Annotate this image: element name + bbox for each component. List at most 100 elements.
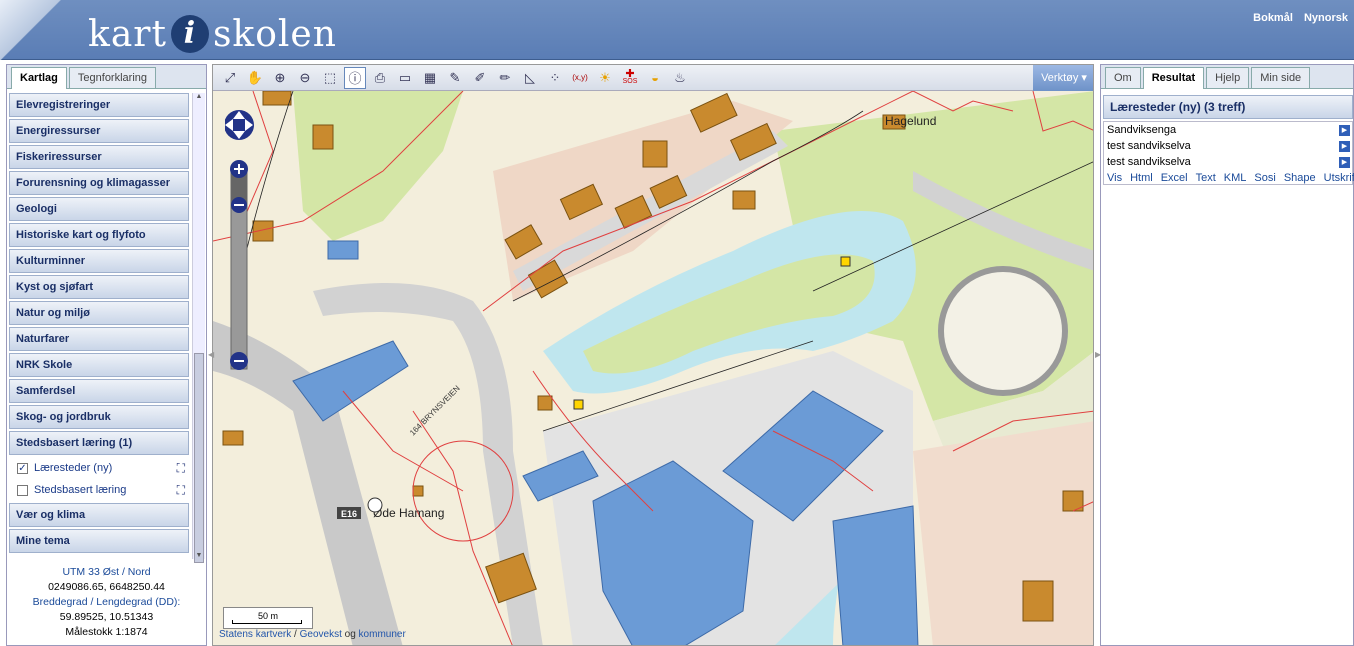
attrib-geovekst-link[interactable]: Geovekst — [300, 629, 342, 640]
building-industrial — [832, 505, 919, 645]
map-canvas[interactable]: Hagelund Øde Hamang 164 BRYNSVEIEN E16 — [213, 91, 1094, 646]
layer-elevregistreringer[interactable]: Elevregistreringer — [9, 93, 189, 117]
scrollbar-thumb[interactable] — [194, 353, 204, 563]
zoom-control-graphic — [224, 110, 254, 370]
full-extent-icon[interactable]: ⤢ — [219, 67, 241, 89]
info-icon[interactable]: ⓘ — [344, 66, 366, 89]
zoom-out-icon[interactable]: ⊖ — [294, 67, 316, 89]
pan-hand-icon[interactable]: ✋ — [244, 67, 266, 89]
result-marker-icon[interactable] — [840, 256, 851, 267]
lang-nynorsk-link[interactable]: Nynorsk — [1304, 12, 1348, 24]
tab-tegnforklaring[interactable]: Tegnforklaring — [68, 67, 156, 88]
attrib-kommuner-link[interactable]: kommuner — [359, 629, 406, 640]
sunrise-icon[interactable]: ◒ — [644, 67, 666, 89]
map-attribution: Statens kartverk / Geovekst og kommuner — [219, 629, 406, 640]
layer-stedsbasert-laering[interactable]: Stedsbasert læring (1) — [9, 431, 189, 455]
logo-text-left: kart — [88, 13, 167, 55]
layer-historiske-kart[interactable]: Historiske kart og flyfoto — [9, 223, 189, 247]
language-switch: Bokmål Nynorsk — [1245, 12, 1348, 24]
measure-area-icon[interactable]: ▦ — [419, 67, 441, 89]
checkbox-unchecked-icon[interactable] — [17, 484, 28, 496]
sos-icon[interactable]: ✚ SOS — [619, 67, 641, 89]
layer-nrk-skole[interactable]: NRK Skole — [9, 353, 189, 377]
result-marker-icon[interactable] — [573, 399, 584, 410]
checkbox-checked-icon[interactable]: ✓ — [17, 462, 28, 474]
zoom-in-icon[interactable]: ⊕ — [269, 67, 291, 89]
road-label-brynsveien: 164 BRYNSVEIEN — [408, 384, 462, 438]
tab-min-side[interactable]: Min side — [1251, 67, 1311, 88]
dd-value: 59.89525, 10.51343 — [59, 611, 154, 623]
layer-naturfarer[interactable]: Naturfarer — [9, 327, 189, 351]
play-arrow-icon[interactable]: ▶ — [1339, 157, 1350, 168]
tab-om[interactable]: Om — [1105, 67, 1141, 88]
binoculars-icon[interactable]: ⛶ — [177, 483, 185, 498]
export-text-link[interactable]: Text — [1196, 170, 1216, 186]
export-kml-link[interactable]: KML — [1224, 170, 1247, 186]
pan-arrows-icon[interactable] — [224, 110, 254, 140]
sublayer-laeresteder[interactable]: ✓ Læresteder (ny) ⛶ — [9, 457, 189, 479]
layer-fiskeriressurser[interactable]: Fiskeriressurser — [9, 145, 189, 169]
layer-panel: Kartlag Tegnforklaring Elevregistreringe… — [6, 64, 207, 646]
residential-area — [913, 421, 1093, 645]
layer-samferdsel[interactable]: Samferdsel — [9, 379, 189, 403]
tab-hjelp[interactable]: Hjelp — [1206, 67, 1250, 88]
layer-energiressurser[interactable]: Energiressurser — [9, 119, 189, 143]
measure-line-icon[interactable]: ▭ — [394, 67, 416, 89]
print-link[interactable]: Utskrift — [1324, 170, 1354, 186]
poi-circle-icon — [367, 497, 383, 513]
layer-skog-jordbruk[interactable]: Skog- og jordbruk — [9, 405, 189, 429]
collapse-right-handle-icon[interactable]: ▶ — [1095, 350, 1101, 359]
binoculars-icon[interactable]: ⛶ — [177, 461, 185, 476]
sublayer-stedsbasert[interactable]: Stedsbasert læring ⛶ — [9, 479, 189, 501]
logo-text-right: skolen — [212, 13, 337, 55]
export-sosi-link[interactable]: Sosi — [1254, 170, 1275, 186]
edit-icon[interactable]: ✏ — [494, 67, 516, 89]
result-item[interactable]: test sandvikselva ▶ — [1104, 138, 1352, 154]
export-excel-link[interactable]: Excel — [1161, 170, 1188, 186]
print-icon[interactable]: ⎙ — [369, 67, 391, 89]
play-arrow-icon[interactable]: ▶ — [1339, 125, 1350, 136]
zoom-control — [224, 105, 265, 388]
building-small-blue — [327, 240, 359, 260]
tools-menu-button[interactable]: Verktøy ▾ — [1033, 65, 1093, 91]
torch-icon[interactable]: ♨ — [669, 67, 691, 89]
play-arrow-icon[interactable]: ▶ — [1339, 141, 1350, 152]
dd-label: Breddegrad / Lengdegrad (DD): — [32, 596, 181, 608]
draw-line-icon[interactable]: ✐ — [469, 67, 491, 89]
collapse-left-handle-icon[interactable]: ◀ — [208, 350, 214, 359]
draw-polygon-icon[interactable]: ◺ — [519, 67, 541, 89]
road-label-e16: E16 — [341, 509, 357, 519]
layer-natur-miljo[interactable]: Natur og miljø — [9, 301, 189, 325]
lang-bokmal-link[interactable]: Bokmål — [1253, 12, 1293, 24]
layer-geologi[interactable]: Geologi — [9, 197, 189, 221]
logo[interactable]: kart i skolen — [88, 12, 337, 56]
tab-resultat[interactable]: Resultat — [1142, 67, 1205, 89]
export-shape-link[interactable]: Shape — [1284, 170, 1316, 186]
layer-scrollbar[interactable]: ▲ ▼ — [192, 93, 205, 563]
zoom-box-icon[interactable]: ⬚ — [319, 67, 341, 89]
sublayer-label: Læresteder (ny) — [34, 462, 113, 474]
coordinate-readout: UTM 33 Øst / Nord 0249086.65, 6648250.44… — [9, 565, 204, 645]
export-vis-link[interactable]: Vis — [1107, 170, 1122, 186]
layer-kulturminner[interactable]: Kulturminner — [9, 249, 189, 273]
attrib-kartverk-link[interactable]: Statens kartverk — [219, 629, 291, 640]
coordinate-tool-icon[interactable]: (x,y) — [569, 67, 591, 89]
result-item[interactable]: test sandvikselva ▶ — [1104, 154, 1352, 170]
map-viewport[interactable]: ⤢ ✋ ⊕ ⊖ ⬚ ⓘ ⎙ ▭ ▦ ✎ ✐ ✏ ◺ ⁘ (x,y) ☀ ✚ SOS… — [212, 64, 1094, 646]
sos-label: SOS — [622, 77, 638, 85]
points-icon[interactable]: ⁘ — [544, 67, 566, 89]
layer-mine-tema[interactable]: Mine tema — [9, 529, 189, 553]
layer-list: Elevregistreringer Energiressurser Fiske… — [9, 93, 189, 559]
layer-forurensning[interactable]: Forurensning og klimagasser — [9, 171, 189, 195]
layer-kyst-sjofart[interactable]: Kyst og sjøfart — [9, 275, 189, 299]
scale-readout: Målestokk 1:1874 — [65, 626, 148, 638]
scroll-down-icon[interactable]: ▼ — [193, 552, 205, 559]
tab-kartlag[interactable]: Kartlag — [11, 67, 67, 89]
scroll-up-icon[interactable]: ▲ — [193, 93, 205, 100]
export-html-link[interactable]: Html — [1130, 170, 1153, 186]
tools-menu-label: Verktøy — [1041, 72, 1079, 84]
weather-icon[interactable]: ☀ — [594, 67, 616, 89]
draw-pen-icon[interactable]: ✎ — [444, 67, 466, 89]
result-item[interactable]: Sandviksenga ▶ — [1104, 122, 1352, 138]
layer-vaer-klima[interactable]: Vær og klima — [9, 503, 189, 527]
